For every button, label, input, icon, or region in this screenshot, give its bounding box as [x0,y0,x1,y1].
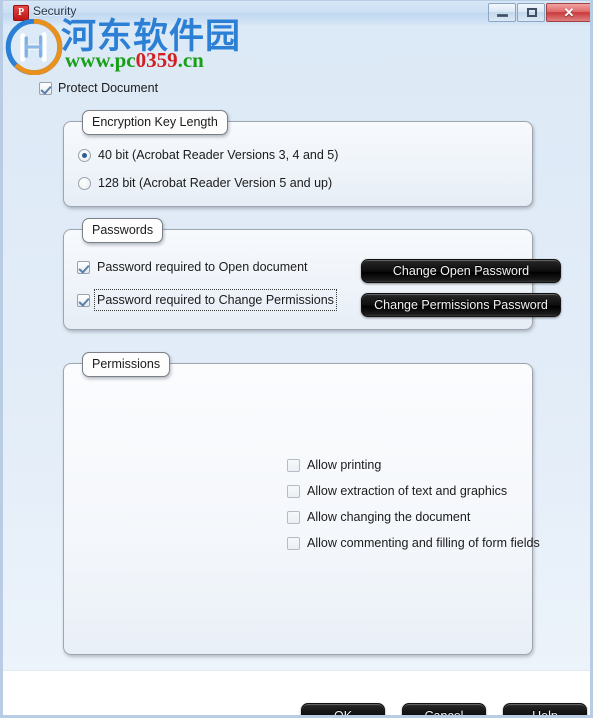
maximize-button[interactable] [517,3,545,22]
protect-document-checkbox[interactable] [39,81,52,95]
cancel-button[interactable]: Cancel [402,703,486,715]
checkbox-row-allow-changing[interactable]: Allow changing the document [287,510,470,524]
checkbox-open-password[interactable] [77,260,90,274]
encryption-key-length-group: Encryption Key Length 40 bit (Acrobat Re… [63,110,533,207]
checkbox-open-password-label: Password required to Open document [97,260,308,274]
checkbox-row-change-permissions[interactable]: Password required to Change Permissions [77,289,337,311]
protect-document-row[interactable]: Protect Document [39,81,158,95]
checkbox-row-allow-printing[interactable]: Allow printing [287,458,381,472]
checkbox-row-allow-commenting[interactable]: Allow commenting and filling of form fie… [287,536,540,550]
dialog-footer [3,670,590,715]
checkbox-allow-printing[interactable] [287,458,300,472]
radio-128bit[interactable] [78,176,91,190]
checkbox-row-allow-extraction[interactable]: Allow extraction of text and graphics [287,484,507,498]
radio-40bit[interactable] [78,148,91,162]
maximize-icon [527,8,537,17]
permissions-group-title: Permissions [82,352,171,377]
window-controls: ✕ [487,3,590,22]
checkbox-allow-changing-label: Allow changing the document [307,510,471,524]
security-dialog-window: P Security ✕ Protect Document Encryption… [0,0,593,718]
checkbox-allow-commenting-label: Allow commenting and filling of form fie… [307,536,540,550]
passwords-group-title: Passwords [82,218,164,243]
checkbox-allow-printing-label: Allow printing [307,458,382,472]
change-open-password-button[interactable]: Change Open Password [361,259,561,283]
checkbox-change-permissions-label: Password required to Change Permissions [97,293,334,307]
close-button[interactable]: ✕ [546,3,590,22]
checkbox-row-open-password[interactable]: Password required to Open document [77,260,308,274]
help-button[interactable]: Help [503,703,587,715]
ok-button[interactable]: OK [301,703,385,715]
checkbox-allow-changing[interactable] [287,510,300,524]
radio-40bit-label: 40 bit (Acrobat Reader Versions 3, 4 and… [98,148,339,162]
checkbox-allow-extraction-label: Allow extraction of text and graphics [307,484,508,498]
radio-row-128bit[interactable]: 128 bit (Acrobat Reader Version 5 and up… [78,176,332,190]
change-permissions-password-button[interactable]: Change Permissions Password [361,293,561,317]
focus-outline: Password required to Change Permissions [94,289,337,311]
encryption-group-title: Encryption Key Length [82,110,228,135]
dialog-client-area: Protect Document Encryption Key Length 4… [3,25,590,715]
protect-document-label: Protect Document [58,81,159,95]
checkbox-change-permissions[interactable] [77,293,90,307]
radio-128bit-label: 128 bit (Acrobat Reader Version 5 and up… [98,176,333,190]
minimize-icon [497,14,508,17]
checkbox-allow-extraction[interactable] [287,484,300,498]
minimize-button[interactable] [488,3,516,22]
radio-row-40bit[interactable]: 40 bit (Acrobat Reader Versions 3, 4 and… [78,148,338,162]
pdf-p-icon: P [13,5,29,21]
close-icon: ✕ [563,5,575,20]
checkbox-allow-commenting[interactable] [287,536,300,550]
window-title: Security [33,4,77,18]
permissions-group: Permissions Allow printing Allow extract… [63,352,540,655]
title-bar[interactable]: P Security ✕ [3,1,590,26]
